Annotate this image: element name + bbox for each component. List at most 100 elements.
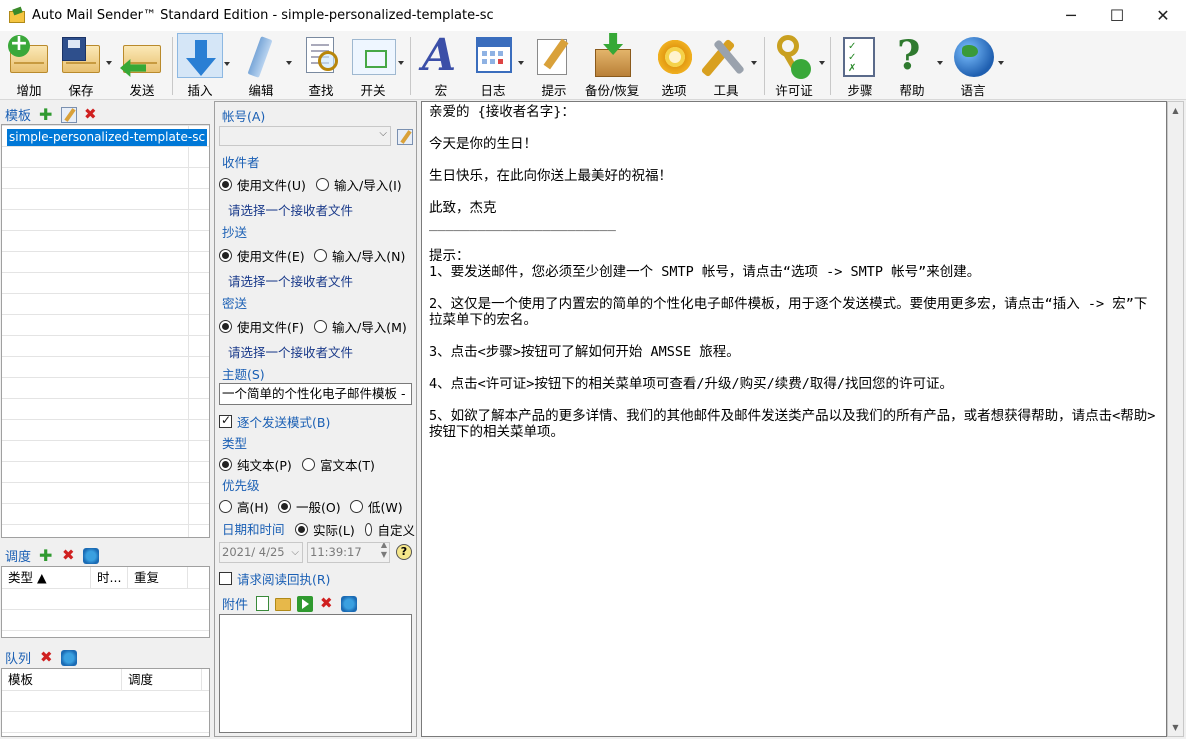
col-type[interactable]: 类型 ▲ (2, 567, 91, 588)
delete-template-icon[interactable] (83, 107, 99, 123)
help-button[interactable]: ? 帮助 (889, 33, 935, 99)
to-select-file-link[interactable]: 请选择一个接收者文件 (228, 200, 353, 219)
license-button[interactable]: 许可证 (771, 33, 817, 99)
col-template[interactable]: 模板 (2, 669, 122, 690)
options-button[interactable]: 选项 (651, 33, 697, 99)
insert-dropdown-icon[interactable] (224, 62, 230, 66)
editor-line (429, 152, 1159, 168)
switch-dropdown-icon[interactable] (398, 61, 404, 65)
toolbar-separator (764, 37, 765, 95)
steps-button[interactable]: 步骤 (837, 33, 883, 99)
clear-schedule-icon[interactable] (83, 548, 99, 564)
schedule-table[interactable]: 类型 ▲ 时... 重复 (1, 566, 210, 638)
editor-line (429, 232, 1159, 248)
to-input-radio[interactable]: 输入/导入(I) (316, 175, 402, 194)
delete-queue-icon[interactable] (39, 650, 55, 666)
help-question-icon[interactable]: ? (396, 544, 412, 560)
backup-restore-button[interactable]: 备份/恢复 (585, 33, 639, 99)
radio-selected (219, 178, 232, 191)
type-plain-label: 纯文本(P) (237, 455, 292, 474)
tools-dropdown-icon[interactable] (751, 61, 757, 65)
minimize-button[interactable]: ─ (1048, 0, 1094, 31)
editor-line: 生日快乐，在此向你送上最美好的祝福！ (429, 168, 1159, 184)
tools-button[interactable]: 工具 (703, 33, 749, 99)
to-use-file-radio[interactable]: 使用文件(U) (219, 175, 306, 194)
add-schedule-icon[interactable] (39, 548, 55, 564)
editor-line: 4、点击<许可证>按钮下的相关菜单项可查看/升级/购买/续费/取得/找回您的许可… (429, 376, 1159, 392)
close-button[interactable]: ✕ (1140, 0, 1186, 31)
col-repeat[interactable]: 重复 (128, 567, 188, 588)
add-template-icon[interactable] (39, 107, 55, 123)
priority-low-radio[interactable]: 低(W) (350, 497, 403, 516)
maximize-button[interactable]: ☐ (1094, 0, 1140, 31)
save-dropdown-icon[interactable] (106, 61, 112, 65)
type-plain-radio[interactable]: 纯文本(P) (219, 455, 292, 474)
find-button[interactable]: 查找 (298, 33, 344, 99)
edit-account-icon[interactable] (397, 129, 413, 145)
language-button[interactable]: 语言 (950, 33, 996, 99)
template-item[interactable]: simple-personalized-template-sc (7, 129, 207, 146)
spinner-arrows-icon[interactable]: ▲▼ (381, 542, 387, 560)
cc-select-file-link[interactable]: 请选择一个接收者文件 (228, 271, 353, 290)
list-grid (2, 125, 209, 537)
log-dropdown-icon[interactable] (518, 61, 524, 65)
templates-title: 模板 (5, 105, 31, 124)
edit-label: 编辑 (248, 80, 273, 99)
language-dropdown-icon[interactable] (998, 61, 1004, 65)
templates-header: 模板 (5, 105, 99, 124)
log-button[interactable]: 日志 (470, 33, 516, 99)
delete-attachment-icon[interactable] (319, 596, 335, 612)
send-button[interactable]: 发送 (119, 33, 165, 99)
delete-schedule-icon[interactable] (61, 548, 77, 564)
account-select[interactable]: ⌵ (219, 126, 391, 146)
macro-button[interactable]: A 宏 (418, 33, 464, 99)
switch-button[interactable]: 开关 (350, 33, 396, 99)
datetime-actual-radio[interactable]: 实际(L) (295, 520, 355, 539)
time-spinner[interactable]: 11:39:17 ▲▼ (307, 542, 390, 563)
save-button[interactable]: 保存 (58, 33, 104, 99)
help-dropdown-icon[interactable] (937, 61, 943, 65)
scroll-up-icon[interactable]: ▲ (1168, 102, 1183, 119)
col-schedule[interactable]: 调度 (122, 669, 202, 690)
message-body-editor[interactable]: 亲爱的 {接收者名字}： 今天是你的生日！ 生日快乐，在此向你送上最美好的祝福！… (421, 101, 1167, 737)
bcc-input-radio[interactable]: 输入/导入(M) (314, 317, 407, 336)
clear-attachments-icon[interactable] (341, 596, 357, 612)
one-by-one-checkbox[interactable]: 逐个发送模式(B) (219, 412, 330, 431)
app-mail-icon (9, 9, 25, 23)
priority-normal-radio[interactable]: 一般(O) (278, 497, 341, 516)
priority-high-radio[interactable]: 高(H) (219, 497, 269, 516)
add-button[interactable]: 增加 (6, 33, 52, 99)
edit-button[interactable]: 编辑 (238, 33, 284, 99)
macro-label: 宏 (435, 80, 448, 99)
radio-unselected (302, 458, 315, 471)
chevron-down-icon: ⌵ (291, 543, 299, 562)
scroll-down-icon[interactable]: ▼ (1168, 719, 1183, 736)
edit-template-icon[interactable] (61, 107, 77, 123)
col-time[interactable]: 时... (91, 567, 128, 588)
datetime-custom-radio[interactable]: 自定义 (365, 520, 415, 539)
edit-dropdown-icon[interactable] (286, 61, 292, 65)
date-picker[interactable]: 2021/ 4/25 ⌵ (219, 542, 303, 563)
attachments-list[interactable] (219, 614, 412, 733)
subject-input[interactable]: 一个简单的个性化电子邮件模板 - (219, 383, 412, 405)
queue-table[interactable]: 模板 调度 (1, 668, 210, 737)
add-attachment-file-icon[interactable] (256, 596, 269, 611)
editor-vertical-scrollbar[interactable]: ▲ ▼ (1167, 101, 1184, 737)
templates-list[interactable]: simple-personalized-template-sc (1, 124, 210, 538)
add-attachment-folder-icon[interactable] (275, 598, 291, 611)
cc-use-file-radio[interactable]: 使用文件(E) (219, 246, 305, 265)
datetime-label: 日期和时间 (222, 519, 285, 538)
editor-line: 3、点击<步骤>按钮可了解如何开始 AMSSE 旅程。 (429, 344, 1159, 360)
tips-button[interactable]: 提示 (531, 33, 577, 99)
open-attachment-icon[interactable] (297, 596, 313, 612)
clear-queue-icon[interactable] (61, 650, 77, 666)
cc-input-radio[interactable]: 输入/导入(N) (314, 246, 405, 265)
read-receipt-checkbox[interactable]: 请求阅读回执(R) (219, 569, 330, 588)
radio-selected (219, 458, 232, 471)
license-dropdown-icon[interactable] (819, 61, 825, 65)
bcc-use-file-radio[interactable]: 使用文件(F) (219, 317, 304, 336)
tools-label: 工具 (713, 80, 738, 99)
insert-button[interactable]: 插入 (177, 33, 223, 99)
bcc-select-file-link[interactable]: 请选择一个接收者文件 (228, 342, 353, 361)
type-rich-radio[interactable]: 富文本(T) (302, 455, 375, 474)
